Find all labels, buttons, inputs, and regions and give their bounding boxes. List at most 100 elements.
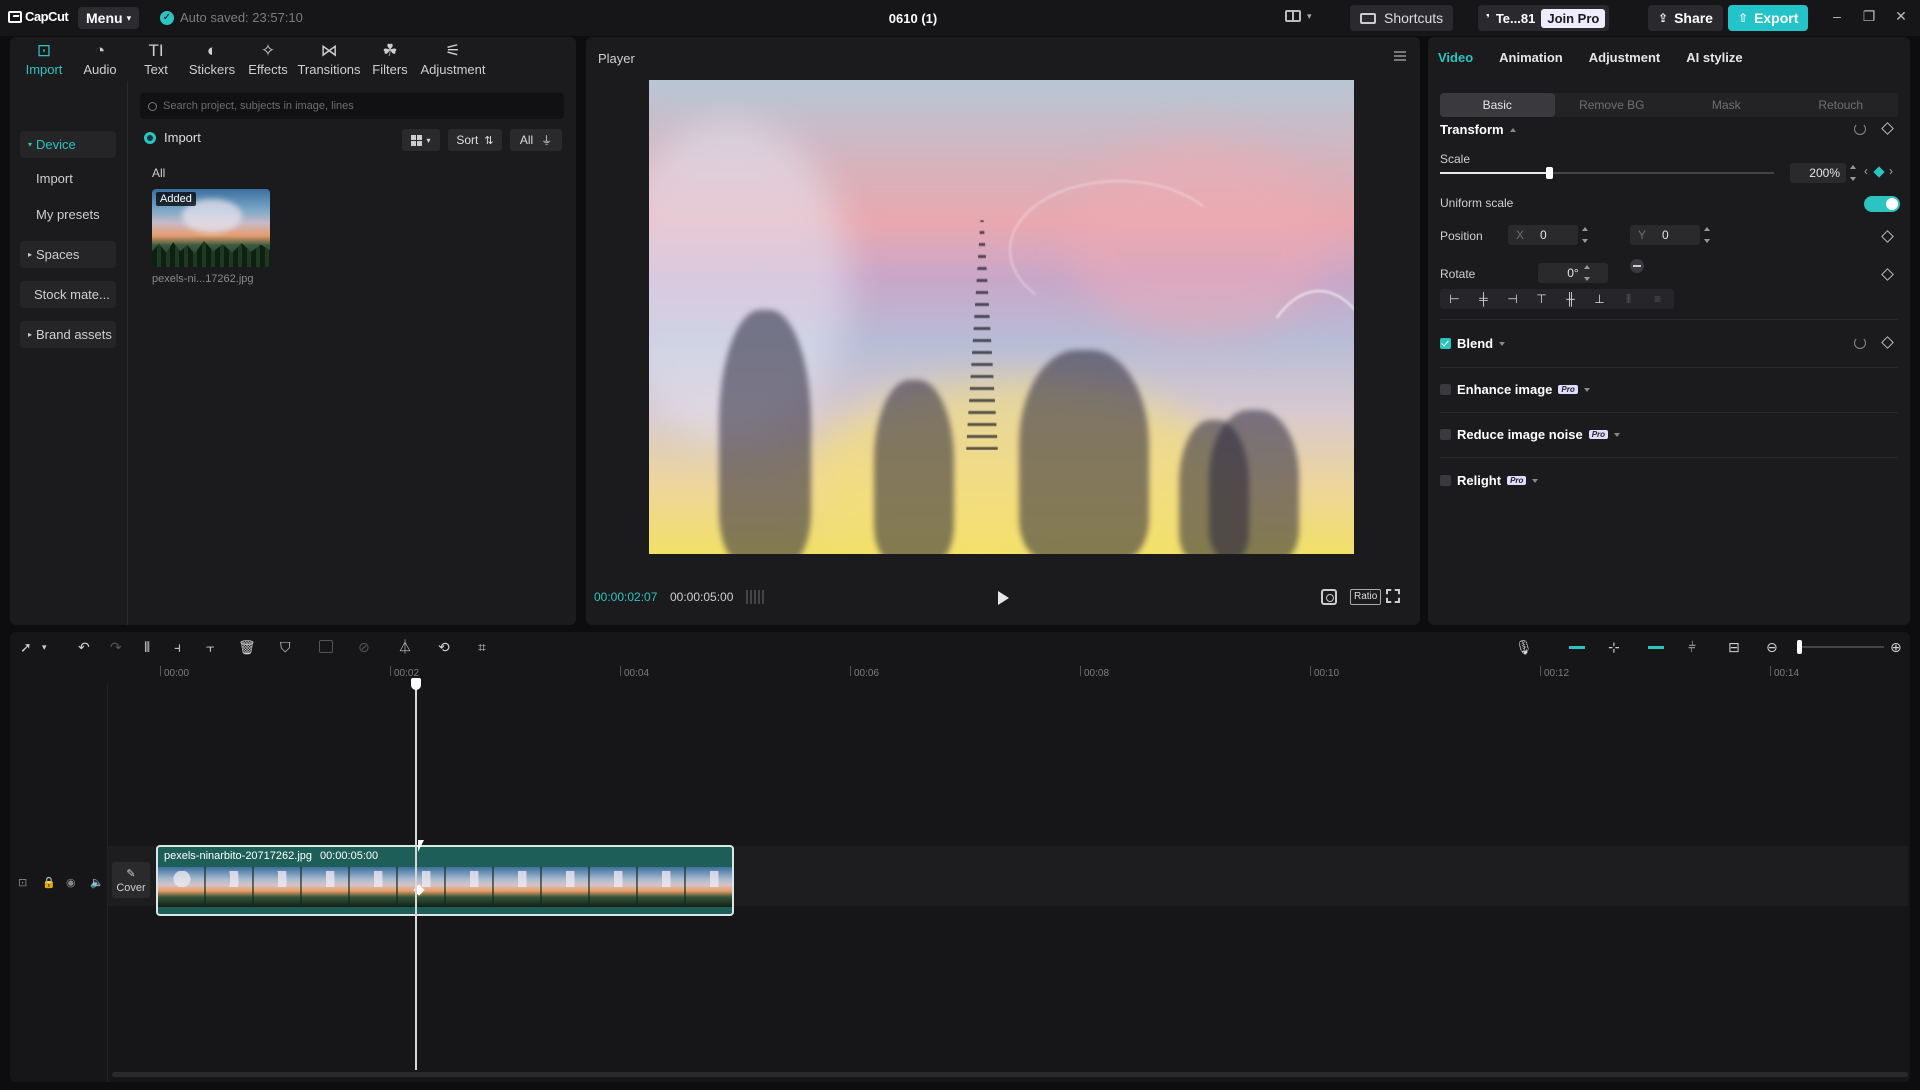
zoom-in-icon[interactable]: ⊕ [1890, 639, 1902, 655]
position-keyframe-icon[interactable] [1881, 230, 1894, 243]
lock-icon[interactable]: 🔒 [42, 876, 56, 889]
next-keyframe-icon[interactable]: › [1889, 164, 1893, 178]
split-icon[interactable]: ⦀ [144, 639, 150, 655]
sidebar-item-spaces[interactable]: ▸ Spaces [20, 241, 116, 268]
align-center-v-icon[interactable]: ╫ [1556, 289, 1585, 309]
subtab-remove-bg[interactable]: Remove BG [1555, 93, 1670, 117]
transform-section-header[interactable]: Transform [1440, 122, 1516, 137]
freeze-icon[interactable] [319, 640, 333, 653]
relight-section-header[interactable]: Relight Pro [1440, 473, 1539, 488]
blend-keyframe-icon[interactable] [1881, 336, 1894, 349]
position-y-stepper[interactable] [1704, 227, 1712, 243]
distribute-h-icon[interactable]: ⫴ [1614, 289, 1643, 309]
video-clip[interactable]: pexels-ninarbito-20717262.jpg 00:00:05:0… [156, 845, 734, 916]
position-x-stepper[interactable] [1582, 227, 1590, 243]
scale-value-field[interactable]: 200% [1790, 163, 1846, 183]
timeline-ruler[interactable]: 00:00 00:02 00:04 00:06 00:08 00:10 00:1… [10, 662, 1910, 684]
uniform-scale-toggle[interactable] [1864, 196, 1900, 212]
align-center-h-icon[interactable]: ╪ [1469, 289, 1498, 309]
blend-reset-icon[interactable] [1854, 337, 1866, 349]
subtab-retouch[interactable]: Retouch [1784, 93, 1899, 117]
close-icon[interactable]: ✕ [1891, 8, 1911, 25]
maximize-icon[interactable]: ❐ [1859, 8, 1879, 25]
microphone-icon[interactable]: 🎙 [1515, 639, 1533, 655]
playhead-handle[interactable] [411, 678, 421, 690]
menu-button[interactable]: Menu ▾ [78, 7, 140, 29]
ratio-button[interactable]: Ratio [1350, 589, 1382, 605]
view-mode-button[interactable]: ▾ [402, 129, 440, 151]
enhance-checkbox[interactable] [1440, 384, 1451, 395]
import-button[interactable]: Import [144, 130, 201, 145]
fit-timeline-icon[interactable]: ⊟ [1728, 639, 1740, 655]
tab-import[interactable]: ⊡ Import [16, 37, 72, 81]
minimize-icon[interactable]: – [1827, 8, 1847, 24]
enhance-section-header[interactable]: Enhance image Pro [1440, 382, 1590, 397]
marker-icon[interactable]: ⛉ [280, 639, 291, 655]
rotate-icon[interactable]: ⟲ [438, 639, 450, 655]
sort-button[interactable]: Sort ⇅ [448, 129, 502, 151]
cover-button[interactable]: ✎ Cover [112, 862, 150, 898]
team-button[interactable]: ❜ Te...81 Join Pro [1478, 5, 1610, 31]
sidebar-item-stock[interactable]: Stock mate... [20, 281, 116, 308]
scale-stepper[interactable] [1850, 165, 1858, 181]
mirror-icon[interactable]: ⏃ [398, 639, 412, 655]
align-right-icon[interactable]: ⊣ [1498, 289, 1527, 309]
align-left-icon[interactable]: ⊢ [1440, 289, 1469, 309]
tab-stickers[interactable]: ◐ Stickers [184, 37, 240, 81]
zoom-out-icon[interactable]: ⊖ [1766, 639, 1778, 655]
play-icon[interactable] [998, 591, 1009, 605]
scale-slider[interactable] [1440, 167, 1774, 179]
distribute-v-icon[interactable]: ≡ [1643, 289, 1672, 309]
position-x-field[interactable]: X 0 [1508, 225, 1578, 245]
export-button[interactable]: ⇧ Export [1728, 5, 1809, 31]
tab-text[interactable]: TI Text [128, 37, 184, 81]
eye-icon[interactable]: ◉ [66, 876, 76, 889]
redo-icon[interactable]: ↷ [110, 639, 122, 655]
sidebar-item-device[interactable]: ▾ Device [20, 131, 116, 158]
align-bottom-icon[interactable]: ⊥ [1585, 289, 1614, 309]
delete-icon[interactable]: 🗑 [238, 639, 256, 655]
playhead[interactable] [415, 682, 417, 1070]
video-preview[interactable] [649, 80, 1354, 554]
shortcuts-button[interactable]: Shortcuts [1350, 5, 1454, 31]
reset-icon[interactable] [1854, 123, 1866, 135]
keyframe-icon[interactable] [1881, 122, 1894, 135]
sidebar-item-import[interactable]: Import [20, 165, 116, 192]
volume-icon[interactable]: 🔈 [90, 876, 104, 889]
scale-slider-handle[interactable] [1545, 167, 1553, 179]
timeline-zoom-slider[interactable] [1798, 646, 1884, 648]
media-search-input[interactable]: Search project, subjects in image, lines [140, 93, 564, 119]
sidebar-item-my-presets[interactable]: My presets [20, 201, 116, 228]
tab-adjustment-inspector[interactable]: Adjustment [1589, 50, 1661, 65]
subtab-mask[interactable]: Mask [1669, 93, 1784, 117]
join-pro-button[interactable]: Join Pro [1541, 8, 1606, 28]
tab-animation[interactable]: Animation [1499, 50, 1563, 65]
auto-snap-icon[interactable]: ⊹ [1608, 639, 1620, 655]
rotate-keyframe-icon[interactable] [1881, 268, 1894, 281]
rotate-stepper[interactable] [1584, 265, 1592, 281]
tab-ai-stylize[interactable]: AI stylize [1686, 50, 1742, 65]
layout-button[interactable]: ▾ [1285, 10, 1312, 22]
tab-video[interactable]: Video [1438, 50, 1473, 65]
timecode-format-icon[interactable] [746, 590, 766, 604]
blend-section-header[interactable]: Blend [1440, 336, 1506, 351]
subtab-basic[interactable]: Basic [1440, 93, 1555, 117]
share-button[interactable]: ⇪ Share [1648, 5, 1723, 31]
prev-keyframe-icon[interactable]: ‹ [1864, 164, 1868, 178]
blend-checkbox[interactable] [1440, 338, 1451, 349]
reverse-icon[interactable]: ⊘ [358, 639, 370, 655]
main-track-magnet-icon[interactable] [1569, 646, 1585, 649]
split-left-icon[interactable]: ⫞ [174, 639, 181, 655]
track-toggle-icon[interactable]: ⊡ [18, 876, 27, 889]
snapshot-icon[interactable] [1321, 589, 1337, 605]
fullscreen-icon[interactable] [1386, 589, 1400, 603]
crop-icon[interactable]: ⌗ [478, 639, 486, 655]
align-top-icon[interactable]: ⊤ [1527, 289, 1556, 309]
tab-audio[interactable]: ◔ Audio [72, 37, 128, 81]
preview-axis-icon[interactable]: ⫩ [1688, 639, 1696, 655]
tab-transitions[interactable]: ⋈ Transitions [296, 37, 362, 81]
timeline-scrollbar[interactable] [112, 1072, 1908, 1077]
split-right-icon[interactable]: ⫟ [206, 639, 214, 655]
media-thumbnail[interactable]: Added [152, 189, 270, 267]
timeline-zoom-handle[interactable] [1797, 640, 1802, 654]
